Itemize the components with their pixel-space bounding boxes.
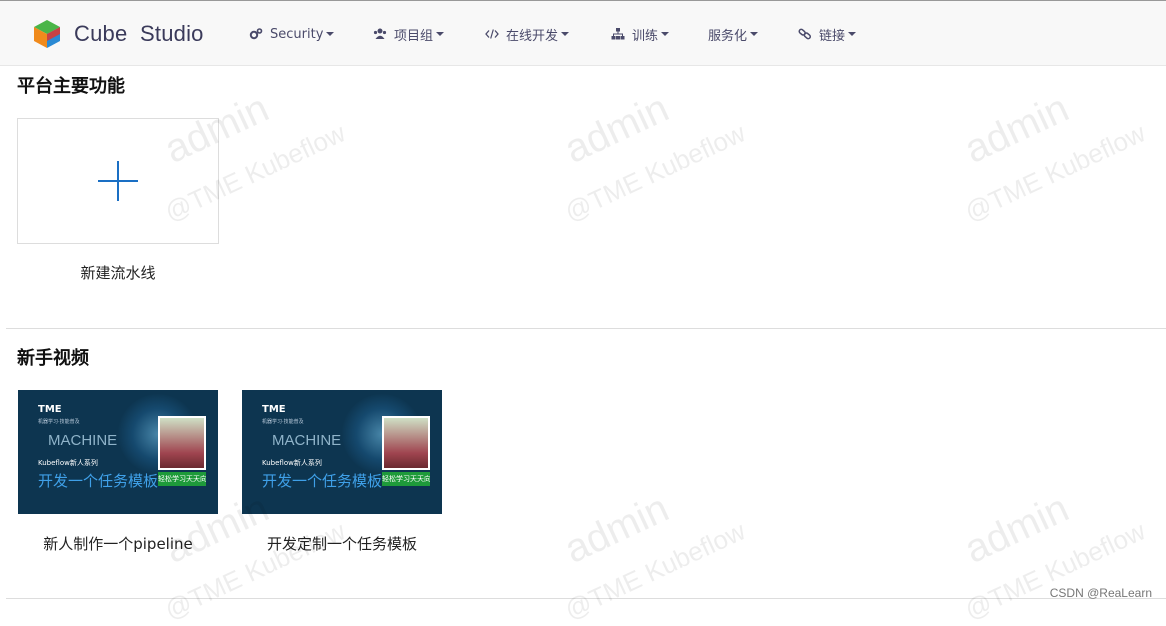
watermark-org: @TME Kubeflow	[960, 117, 1150, 228]
thumb-series-text: Kubeflow新人系列	[262, 459, 322, 467]
nav-serving-label: 服务化	[708, 28, 748, 44]
video-thumbnail-task-template[interactable]: TME 机器学习·技能普及 MACHINE Kubeflow新人系列 开发一个任…	[242, 390, 442, 514]
plus-icon	[98, 161, 138, 201]
nav-project-group-label: 项目组	[394, 28, 434, 44]
thumb-photo	[158, 416, 206, 470]
tme-logo: TME	[262, 404, 286, 415]
link-icon	[798, 28, 812, 40]
new-pipeline-label[interactable]: 新建流水线	[17, 262, 219, 283]
app-name: Cube Studio	[74, 21, 204, 46]
caret-down-icon	[326, 32, 335, 36]
video-label-task-template[interactable]: 开发定制一个任务模板	[242, 533, 442, 554]
caret-down-icon	[561, 32, 570, 36]
nav-training[interactable]: 训练	[611, 23, 670, 45]
thumb-machine-text: MACHINE	[48, 432, 118, 449]
thumb-badge: 轻松学习天天向上	[158, 472, 206, 486]
watermark-org: @TME Kubeflow	[560, 515, 750, 626]
caret-down-icon	[750, 32, 759, 36]
nav-security-label: Security	[270, 26, 324, 42]
sitemap-icon	[611, 28, 625, 40]
video-label-pipeline[interactable]: 新人制作一个pipeline	[18, 533, 218, 554]
watermark-user: admin	[958, 485, 1076, 572]
nav-project-group[interactable]: 项目组	[373, 23, 445, 45]
watermark-user: admin	[558, 485, 676, 572]
cogs-icon	[249, 28, 263, 40]
caret-down-icon	[661, 32, 670, 36]
section-divider	[6, 598, 1166, 599]
nav-training-label: 训练	[632, 28, 659, 44]
nav-links-label: 链接	[819, 28, 846, 44]
thumb-photo	[382, 416, 430, 470]
users-icon	[373, 28, 387, 39]
section-divider	[6, 328, 1166, 329]
thumb-subtitle: 机器学习·技能普及	[262, 419, 304, 425]
thumb-series-text: Kubeflow新人系列	[38, 459, 98, 467]
watermark-org: @TME Kubeflow	[960, 515, 1150, 626]
nav-online-dev-label: 在线开发	[506, 28, 559, 44]
watermark-user: admin	[558, 85, 676, 172]
nav-links[interactable]: 链接	[798, 23, 857, 45]
thumb-badge: 轻松学习天天向上	[382, 472, 430, 486]
watermark-org: @TME Kubeflow	[560, 117, 750, 228]
thumb-title: 开发一个任务模板	[262, 472, 383, 490]
video-thumbnail-pipeline[interactable]: TME 机器学习·技能普及 MACHINE Kubeflow新人系列 开发一个任…	[18, 390, 218, 514]
caret-down-icon	[436, 32, 445, 36]
nav-online-dev[interactable]: 在线开发	[485, 23, 570, 45]
watermark-org: @TME Kubeflow	[160, 515, 350, 626]
credit-text: CSDN @ReaLearn	[1049, 586, 1152, 600]
thumb-subtitle: 机器学习·技能普及	[38, 419, 80, 425]
code-icon	[485, 29, 499, 39]
nav-serving[interactable]: 服务化	[708, 23, 759, 45]
new-pipeline-card[interactable]	[17, 118, 219, 244]
top-navbar: Cube Studio Security 项目组 在线开发 训练 服务化 链接	[0, 0, 1166, 66]
thumb-title: 开发一个任务模板	[38, 472, 159, 490]
nav-security[interactable]: Security	[249, 23, 335, 45]
thumb-machine-text: MACHINE	[272, 432, 342, 449]
caret-down-icon	[848, 32, 857, 36]
cube-logo-icon	[34, 20, 60, 48]
tme-logo: TME	[38, 404, 62, 415]
section-title-tutorials: 新手视频	[17, 348, 89, 369]
section-title-main-features: 平台主要功能	[17, 76, 125, 97]
brand[interactable]: Cube Studio	[32, 18, 204, 50]
watermark-user: admin	[958, 85, 1076, 172]
